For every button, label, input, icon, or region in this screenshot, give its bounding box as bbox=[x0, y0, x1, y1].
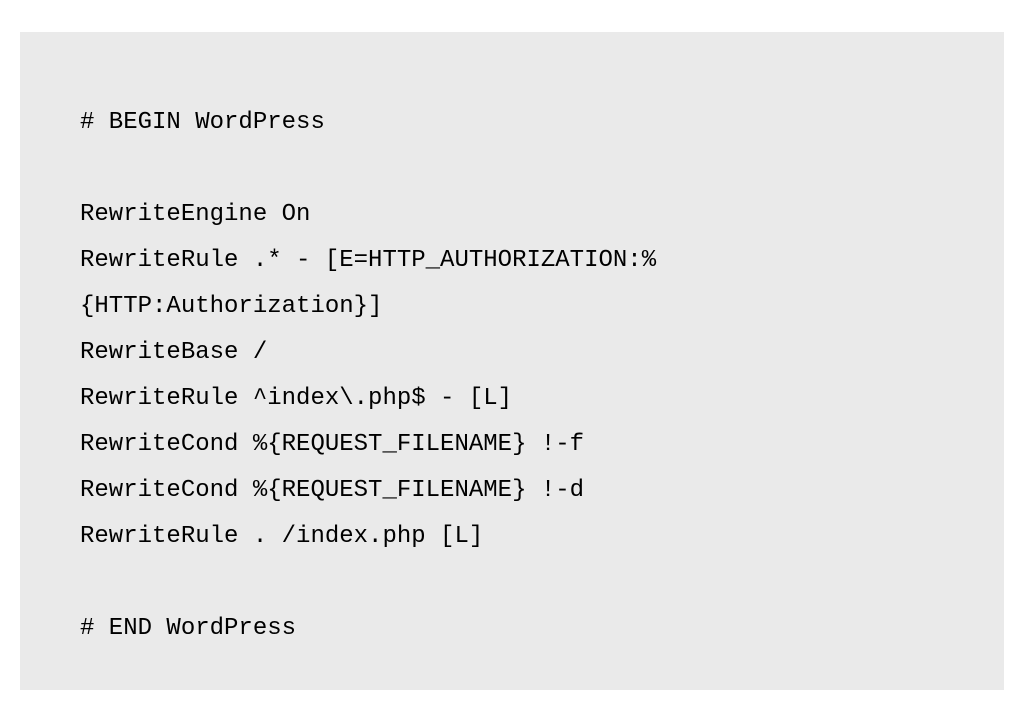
code-empty-line bbox=[80, 560, 944, 606]
code-line: # BEGIN WordPress bbox=[80, 100, 944, 146]
code-block: # BEGIN WordPress RewriteEngine On Rewri… bbox=[20, 32, 1004, 690]
code-line: RewriteRule ^index\.php$ - [L] bbox=[80, 376, 944, 422]
code-line: RewriteRule . /index.php [L] bbox=[80, 514, 944, 560]
code-line: RewriteCond %{REQUEST_FILENAME} !-f bbox=[80, 422, 944, 468]
code-empty-line bbox=[80, 146, 944, 192]
code-line: # END WordPress bbox=[80, 606, 944, 652]
code-line: RewriteBase / bbox=[80, 330, 944, 376]
code-line: RewriteRule .* - [E=HTTP_AUTHORIZATION:%… bbox=[80, 238, 944, 330]
code-line: RewriteEngine On bbox=[80, 192, 944, 238]
code-line: RewriteCond %{REQUEST_FILENAME} !-d bbox=[80, 468, 944, 514]
